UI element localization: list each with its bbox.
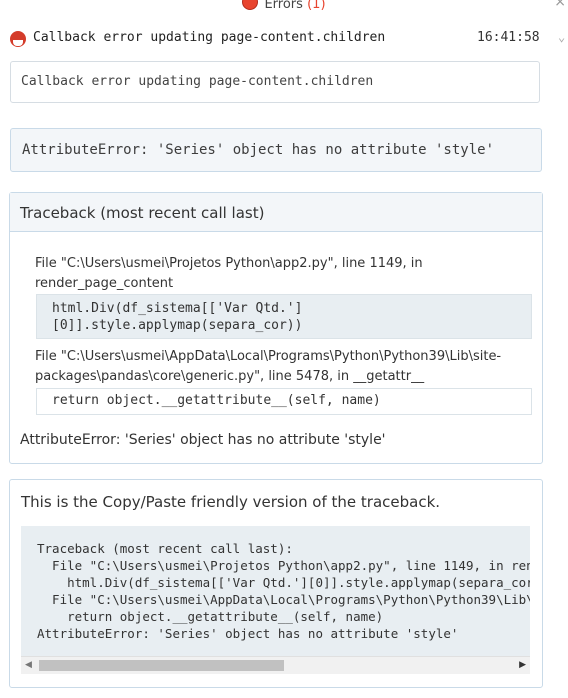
dash-logo-icon [10,31,26,47]
copy-paste-heading: This is the Copy/Paste friendly version … [21,493,441,511]
error-timestamp: 16:41:58 [477,30,540,45]
error-icon [242,0,259,10]
frame-2-code-line-1: return object.__getattribute__(self, nam… [52,393,381,408]
error-item-header[interactable]: Callback error updating page-content.chi… [10,30,568,50]
frame-1-code-line-1: html.Div(df_sistema[['Var Qtd.'] [52,301,303,316]
errors-count-close: ) [320,0,326,12]
scroll-right-icon[interactable]: ▶ [519,660,526,670]
frame-1-location: File "C:\Users\usmei\Projetos Python\app… [35,256,423,271]
error-summary: Callback error updating page-content.chi… [33,30,386,45]
scrollbar-thumb[interactable] [39,660,284,671]
frame-2-code: return object.__getattribute__(self, nam… [36,388,532,415]
traceback-header: Traceback (most recent call last) [10,193,542,232]
copy-paste-code[interactable]: Traceback (most recent call last): File … [21,526,530,674]
exception-text: AttributeError: 'Series' object has no a… [22,142,495,158]
scroll-left-icon[interactable]: ◀ [25,660,32,670]
traceback-final-error: AttributeError: 'Series' object has no a… [20,432,386,448]
frame-2-function: packages\pandas\core\generic.py", line 5… [35,369,425,384]
traceback-panel: Traceback (most recent call last) File "… [9,192,543,464]
horizontal-scrollbar[interactable]: ◀ ▶ [21,656,530,674]
traceback-heading: Traceback (most recent call last) [20,204,265,222]
errors-header: Errors (1) [0,0,568,12]
exception-box: AttributeError: 'Series' object has no a… [10,128,542,172]
frame-2-location: File "C:\Users\usmei\AppData\Local\Progr… [35,349,502,364]
error-message: Callback error updating page-content.chi… [21,74,374,89]
errors-title: Errors [264,0,303,12]
close-icon[interactable]: × [554,0,566,10]
error-message-box: Callback error updating page-content.chi… [10,61,540,103]
copy-paste-text[interactable]: Traceback (most recent call last): File … [37,540,530,642]
frame-1-code-line-2: [0]].style.applymap(separa_cor)) [52,318,303,333]
frame-1-code: html.Div(df_sistema[['Var Qtd.'] [0]].st… [36,294,532,339]
frame-1-function: render_page_content [35,276,174,291]
chevron-down-icon[interactable]: ⌄ [558,30,565,44]
errors-count: (1) [307,0,325,12]
copy-paste-panel: This is the Copy/Paste friendly version … [9,479,543,688]
